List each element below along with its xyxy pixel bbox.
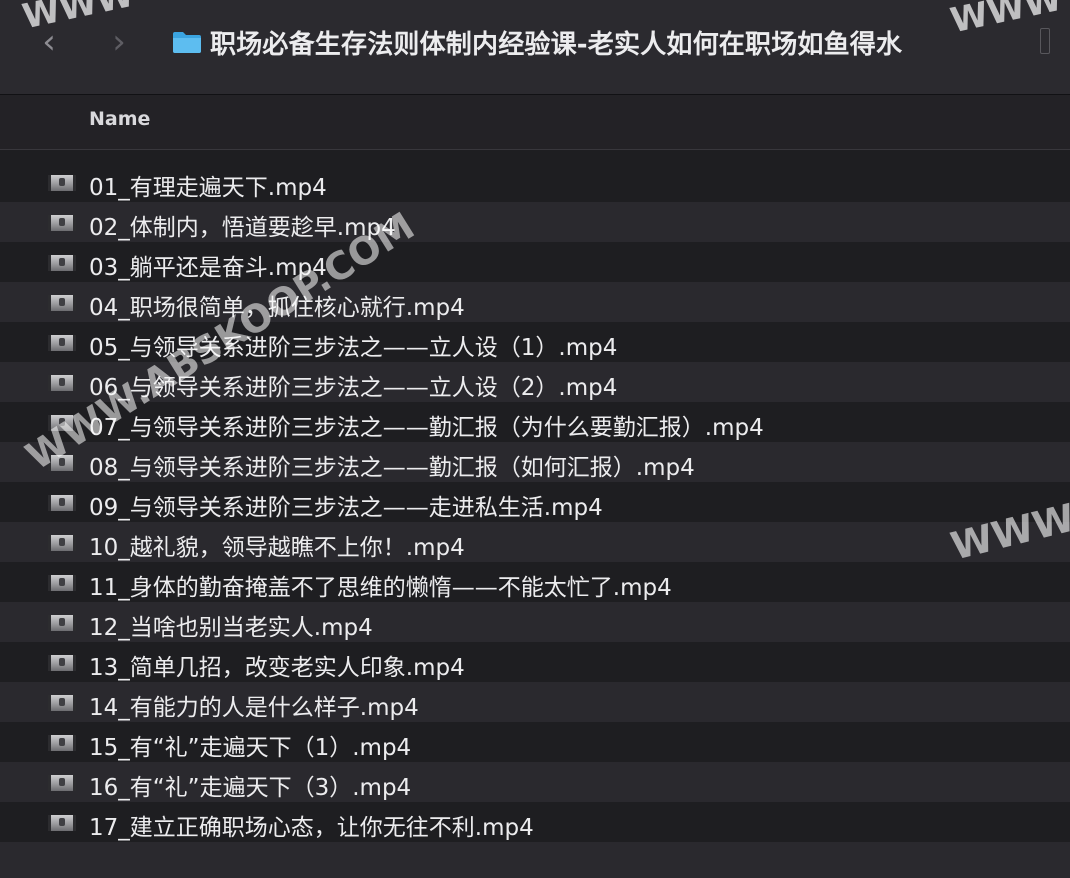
file-name: 15_有“礼”走遍天下（1）.mp4 <box>89 735 412 761</box>
list-item[interactable]: 13_简单几招，改变老实人印象.mp4 <box>0 642 1070 682</box>
list-item[interactable]: 07_与领导关系进阶三步法之——勤汇报（为什么要勤汇报）.mp4 <box>0 402 1070 442</box>
list-item[interactable]: 11_身体的勤奋掩盖不了思维的懒惰——不能太忙了.mp4 <box>0 562 1070 602</box>
file-name: 17_建立正确职场心态，让你无往不利.mp4 <box>89 815 534 841</box>
list-item[interactable]: 01_有理走遍天下.mp4 <box>0 162 1070 202</box>
list-header: Name <box>0 95 1070 150</box>
list-item[interactable]: 10_越礼貌，领导越瞧不上你！.mp4 <box>0 522 1070 562</box>
list-item[interactable]: 17_建立正确职场心态，让你无往不利.mp4 <box>0 802 1070 842</box>
video-thumbnail-icon <box>48 695 76 711</box>
file-name: 01_有理走遍天下.mp4 <box>89 175 327 201</box>
list-item[interactable]: 05_与领导关系进阶三步法之——立人设（1）.mp4 <box>0 322 1070 362</box>
window-title: 职场必备生存法则体制内经验课-老实人如何在职场如鱼得水 <box>210 29 903 60</box>
back-button[interactable]: ‹ <box>34 22 64 62</box>
title-overflow-indicator <box>1040 28 1050 54</box>
empty-list-row <box>0 842 1070 878</box>
list-item[interactable]: 16_有“礼”走遍天下（3）.mp4 <box>0 762 1070 802</box>
list-item[interactable]: 08_与领导关系进阶三步法之——勤汇报（如何汇报）.mp4 <box>0 442 1070 482</box>
file-name: 02_体制内，悟道要趁早.mp4 <box>89 215 396 241</box>
list-item[interactable]: 02_体制内，悟道要趁早.mp4 <box>0 202 1070 242</box>
video-thumbnail-icon <box>48 735 76 751</box>
video-thumbnail-icon <box>48 335 76 351</box>
file-name: 14_有能力的人是什么样子.mp4 <box>89 695 419 721</box>
video-thumbnail-icon <box>48 495 76 511</box>
video-thumbnail-icon <box>48 655 76 671</box>
file-name: 10_越礼貌，领导越瞧不上你！.mp4 <box>89 535 465 561</box>
window-titlebar: ‹ › 职场必备生存法则体制内经验课-老实人如何在职场如鱼得水 <box>0 0 1070 95</box>
video-thumbnail-icon <box>48 415 76 431</box>
file-name: 12_当啥也别当老实人.mp4 <box>89 615 373 641</box>
list-item[interactable]: 04_职场很简单，抓住核心就行.mp4 <box>0 282 1070 322</box>
list-item[interactable]: 06_与领导关系进阶三步法之——立人设（2）.mp4 <box>0 362 1070 402</box>
video-thumbnail-icon <box>48 815 76 831</box>
video-thumbnail-icon <box>48 615 76 631</box>
video-thumbnail-icon <box>48 175 76 191</box>
list-item[interactable]: 09_与领导关系进阶三步法之——走进私生活.mp4 <box>0 482 1070 522</box>
video-thumbnail-icon <box>48 455 76 471</box>
video-thumbnail-icon <box>48 775 76 791</box>
video-thumbnail-icon <box>48 575 76 591</box>
video-thumbnail-icon <box>48 295 76 311</box>
file-name: 16_有“礼”走遍天下（3）.mp4 <box>89 775 412 801</box>
list-item[interactable]: 15_有“礼”走遍天下（1）.mp4 <box>0 722 1070 762</box>
video-thumbnail-icon <box>48 215 76 231</box>
forward-button[interactable]: › <box>104 22 134 62</box>
window-title-group: 职场必备生存法则体制内经验课-老实人如何在职场如鱼得水 <box>172 24 902 60</box>
column-header-name[interactable]: Name <box>89 108 150 130</box>
list-item[interactable]: 12_当啥也别当老实人.mp4 <box>0 602 1070 642</box>
file-name: 11_身体的勤奋掩盖不了思维的懒惰——不能太忙了.mp4 <box>89 575 672 601</box>
list-item[interactable]: 14_有能力的人是什么样子.mp4 <box>0 682 1070 722</box>
file-name: 05_与领导关系进阶三步法之——立人设（1）.mp4 <box>89 335 618 361</box>
video-thumbnail-icon <box>48 375 76 391</box>
chevron-left-icon: ‹ <box>42 22 56 62</box>
file-name: 13_简单几招，改变老实人印象.mp4 <box>89 655 465 681</box>
chevron-right-icon: › <box>112 22 126 62</box>
file-name: 06_与领导关系进阶三步法之——立人设（2）.mp4 <box>89 375 618 401</box>
file-name: 04_职场很简单，抓住核心就行.mp4 <box>89 295 465 321</box>
list-item[interactable]: 03_躺平还是奋斗.mp4 <box>0 242 1070 282</box>
file-name: 08_与领导关系进阶三步法之——勤汇报（如何汇报）.mp4 <box>89 455 695 481</box>
file-name: 03_躺平还是奋斗.mp4 <box>89 255 327 281</box>
file-name: 09_与领导关系进阶三步法之——走进私生活.mp4 <box>89 495 603 521</box>
file-name: 07_与领导关系进阶三步法之——勤汇报（为什么要勤汇报）.mp4 <box>89 415 764 441</box>
folder-icon <box>173 32 201 53</box>
file-list: 01_有理走遍天下.mp4 02_体制内，悟道要趁早.mp4 03_躺平还是奋斗… <box>0 162 1070 842</box>
video-thumbnail-icon <box>48 255 76 271</box>
video-thumbnail-icon <box>48 535 76 551</box>
